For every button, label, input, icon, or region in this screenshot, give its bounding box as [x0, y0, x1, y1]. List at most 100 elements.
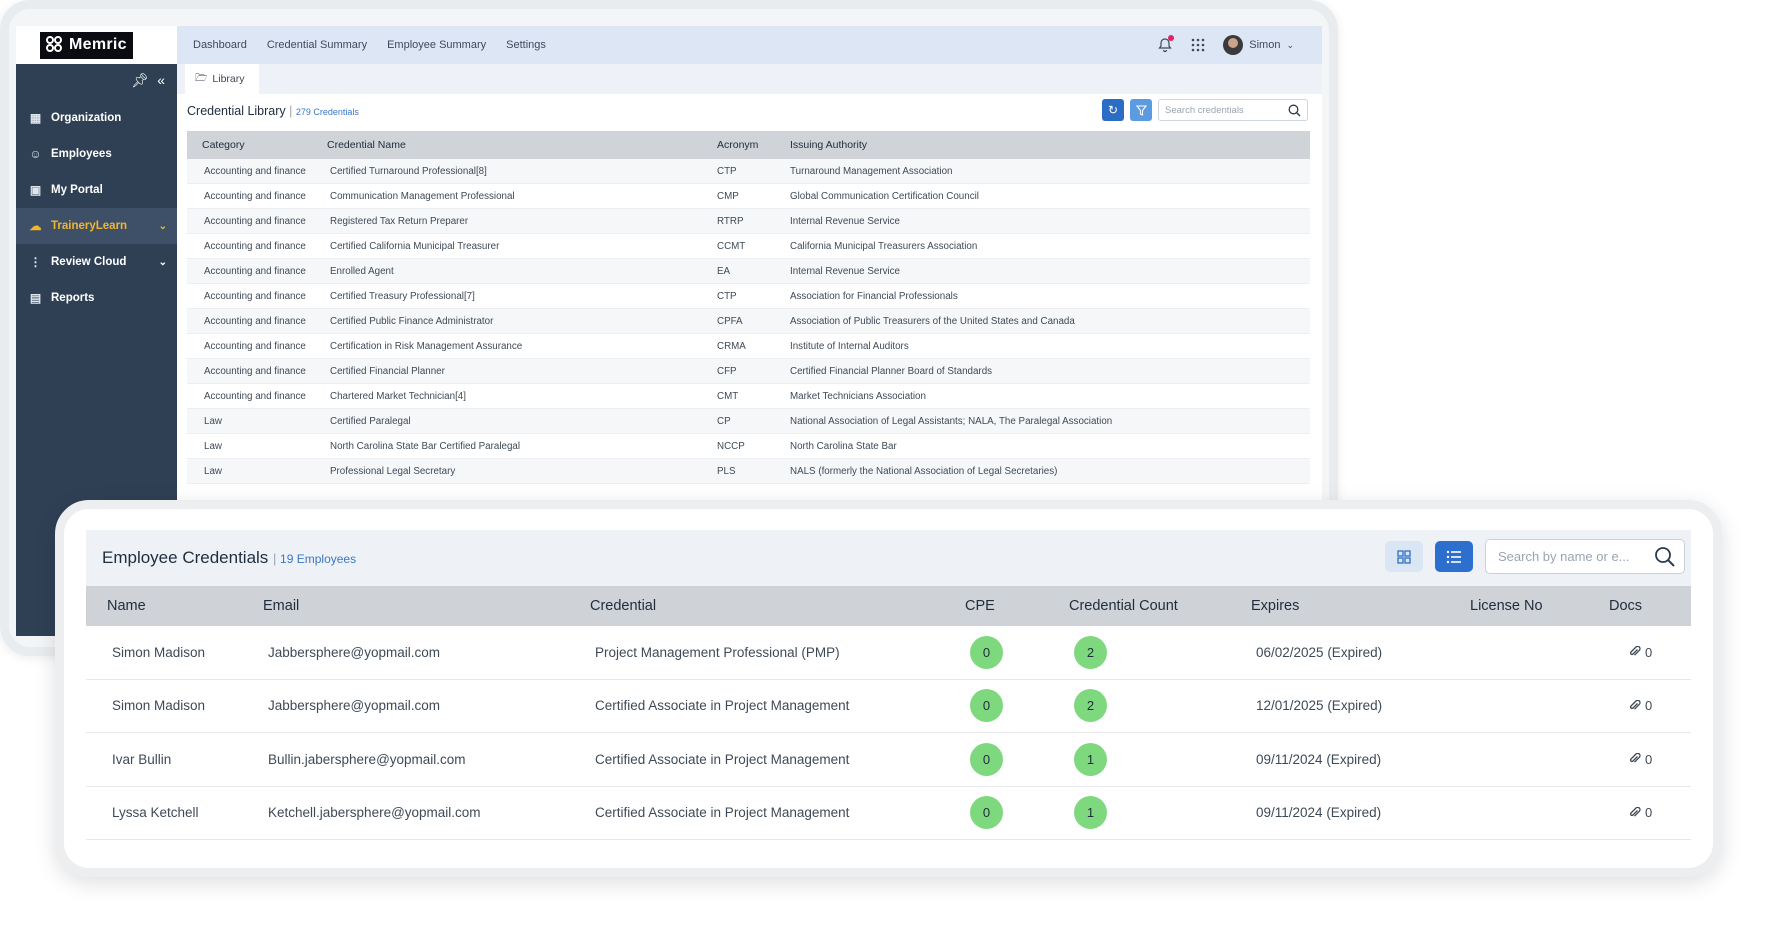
column-header[interactable]: Category — [187, 139, 327, 151]
column-header[interactable]: Name — [86, 598, 263, 614]
credential-cell[interactable]: Certified Associate in Project Managemen… — [590, 698, 965, 713]
nav-employee-summary[interactable]: Employee Summary — [387, 39, 486, 51]
grid-view-button[interactable] — [1385, 541, 1423, 572]
table-row[interactable]: Accounting and finance Certified Financia… — [187, 359, 1310, 384]
column-header[interactable]: Docs — [1609, 598, 1691, 614]
category-cell: Accounting and finance — [204, 315, 306, 327]
table-row[interactable]: Accounting and finance Certified Public F… — [187, 309, 1310, 334]
table-row[interactable]: Accounting and finance Chartered Market T… — [187, 384, 1310, 409]
library-search-input[interactable]: Search credentials — [1158, 99, 1308, 121]
acronym-cell: CP — [717, 415, 731, 427]
chevron-down-icon[interactable]: ⌄ — [159, 221, 167, 232]
employee-name-cell[interactable]: Simon Madison — [86, 645, 263, 660]
nav-credential-summary[interactable]: Credential Summary — [267, 39, 367, 51]
column-header[interactable]: License No — [1470, 598, 1609, 614]
list-view-button[interactable] — [1435, 541, 1473, 572]
sidebar-menu: ▦ Organization ☺ Employees ▣ My Portal ☁ Traine… — [16, 100, 177, 316]
table-row[interactable]: Law Certified Paralegal CP National Associa… — [187, 409, 1310, 434]
logo-area: Memric — [16, 26, 177, 64]
table-row[interactable]: Simon Madison Jabbersphere@yopmail.com Pro… — [86, 626, 1691, 680]
credential-cell[interactable]: Certified Associate in Project Managemen… — [590, 805, 965, 820]
email-cell: Jabbersphere@yopmail.com — [268, 698, 441, 714]
sidebar-item-trainerylearn[interactable]: ☁ TraineryLearn ⌄ — [16, 208, 177, 244]
refresh-button[interactable]: ↻ — [1102, 99, 1124, 121]
employee-search-input[interactable]: Search by name or e... — [1485, 539, 1685, 574]
expires-cell: 06/02/2025 (Expired) — [1256, 644, 1383, 660]
employee-credentials-table: Name Email Credential CPE Credential Cou… — [86, 586, 1691, 840]
filter-button[interactable] — [1130, 99, 1152, 121]
collapse-sidebar-icon[interactable]: « — [157, 72, 165, 89]
acronym-cell: CPFA — [717, 315, 743, 327]
docs-link[interactable]: 0 — [1609, 752, 1691, 767]
issuing-authority-cell: Internal Revenue Service — [790, 265, 901, 277]
credential-count-badge[interactable]: 2 — [1074, 689, 1107, 723]
docs-count: 0 — [1645, 698, 1653, 714]
table-row[interactable]: Accounting and finance Enrolled Agent EA In… — [187, 259, 1310, 284]
user-menu[interactable]: Simon ⌄ — [1223, 35, 1294, 55]
credential-count-badge[interactable]: 2 — [1074, 635, 1107, 669]
table-row[interactable]: Accounting and finance Certified Turnarou… — [187, 159, 1310, 184]
column-header[interactable]: Email — [263, 598, 590, 614]
category-cell: Accounting and finance — [204, 340, 306, 352]
table-row[interactable]: Lyssa Ketchell Ketchell.jabersphere@yopma… — [86, 787, 1691, 840]
credential-name-cell: Professional Legal Secretary — [330, 465, 456, 477]
search-icon[interactable] — [1288, 104, 1301, 117]
credential-count-badge[interactable]: 1 — [1074, 742, 1107, 776]
table-row[interactable]: Law North Carolina State Bar Certified Pa… — [187, 434, 1310, 459]
credential-count-cell: 1 — [1069, 742, 1251, 776]
acronym-cell: EA — [717, 265, 731, 277]
pin-icon[interactable]: 📌︎ — [131, 72, 149, 89]
column-header[interactable]: Credential Count — [1069, 598, 1251, 614]
credential-name-cell: Certification in Risk Management Assuran… — [330, 340, 523, 352]
apps-grid-icon[interactable] — [1191, 38, 1205, 52]
notification-bell-icon[interactable] — [1157, 35, 1175, 53]
docs-count: 0 — [1645, 751, 1653, 767]
table-row[interactable]: Law Professional Legal Secretary PLS NALS (… — [187, 459, 1310, 484]
table-row[interactable]: Simon Madison Jabbersphere@yopmail.com Cer… — [86, 680, 1691, 733]
acronym-cell: NCCP — [717, 440, 745, 452]
column-header[interactable]: Expires — [1251, 598, 1470, 614]
brand-logo[interactable]: Memric — [40, 31, 133, 59]
chevron-down-icon[interactable]: ⌄ — [159, 257, 167, 268]
brand-name: Memric — [69, 36, 127, 53]
user-name: Simon — [1249, 39, 1281, 51]
table-row[interactable]: Accounting and finance Certified Treasury… — [187, 284, 1310, 309]
table-row[interactable]: Ivar Bullin Bullin.jabersphere@yopmail.co… — [86, 733, 1691, 787]
docs-link[interactable]: 0 — [1609, 805, 1691, 820]
table-row[interactable]: Accounting and finance Registered Tax Ret… — [187, 209, 1310, 234]
acronym-cell: CTP — [717, 290, 737, 302]
nav-settings[interactable]: Settings — [506, 39, 546, 51]
credential-cell[interactable]: Certified Associate in Project Managemen… — [590, 752, 965, 767]
credential-name-cell: Certified Treasury Professional[7] — [330, 290, 475, 302]
employee-name-cell[interactable]: Ivar Bullin — [86, 752, 263, 767]
library-search-placeholder: Search credentials — [1165, 104, 1244, 116]
sidebar-item-employees[interactable]: ☺ Employees — [16, 136, 177, 172]
sidebar-item-organization[interactable]: ▦ Organization — [16, 100, 177, 136]
tab-library[interactable]: 🗁︎ Library — [185, 64, 259, 94]
column-header[interactable]: Issuing Authority — [790, 139, 1310, 151]
search-icon[interactable] — [1654, 546, 1676, 568]
column-header[interactable]: Credential — [590, 598, 965, 614]
sidebar-item-my-portal[interactable]: ▣ My Portal — [16, 172, 177, 208]
employee-count: 19 Employees — [280, 552, 357, 566]
employee-name-cell[interactable]: Simon Madison — [86, 698, 263, 713]
column-header[interactable]: Acronym — [717, 139, 790, 151]
people-icon: ☺ — [29, 147, 42, 161]
docs-link[interactable]: 0 — [1609, 645, 1691, 660]
sidebar-item-reports[interactable]: ▤ Reports — [16, 280, 177, 316]
nav-dashboard[interactable]: Dashboard — [193, 39, 247, 51]
column-header[interactable]: Credential Name — [327, 139, 717, 151]
table-row[interactable]: Accounting and finance Communication Mana… — [187, 184, 1310, 209]
table-row[interactable]: Accounting and finance Certified Californ… — [187, 234, 1310, 259]
credential-cell[interactable]: Project Management Professional (PMP) — [590, 645, 965, 660]
sidebar-item-review-cloud[interactable]: ⋮ Review Cloud ⌄ — [16, 244, 177, 280]
docs-link[interactable]: 0 — [1609, 698, 1691, 713]
category-cell: Accounting and finance — [204, 390, 306, 402]
category-cell: Accounting and finance — [204, 265, 306, 277]
credential-count-cell: 1 — [1069, 796, 1251, 830]
credential-count-badge[interactable]: 1 — [1074, 796, 1107, 830]
table-row[interactable]: Accounting and finance Certification in R… — [187, 334, 1310, 359]
employee-name-cell[interactable]: Lyssa Ketchell — [86, 805, 263, 820]
column-header[interactable]: CPE — [965, 598, 1069, 614]
cpe-cell: 0 — [965, 742, 1069, 776]
